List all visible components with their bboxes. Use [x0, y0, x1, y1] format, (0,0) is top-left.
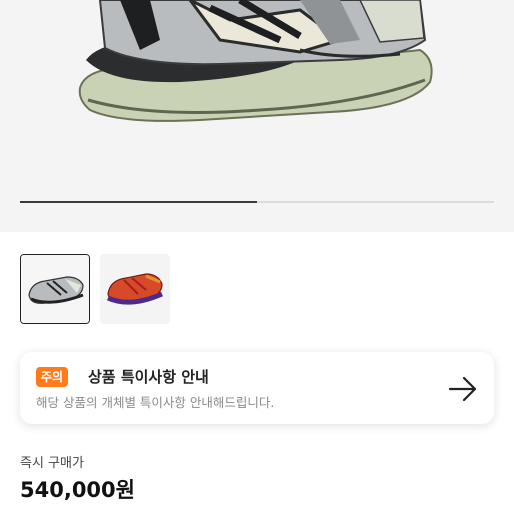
- sneaker-image: [78, 0, 433, 122]
- grey-sneaker-icon: [21, 255, 89, 323]
- price-label: 즉시 구매가: [20, 456, 84, 471]
- gallery-progress-fill: [20, 201, 257, 203]
- gallery-progress-bar: [20, 201, 494, 203]
- product-image[interactable]: [0, 0, 514, 232]
- red-sneaker-icon: [100, 254, 170, 324]
- notice-description: 해당 상품의 개체별 특이사항 안내해드립니다.: [36, 395, 275, 410]
- caution-badge: 주의: [36, 367, 69, 387]
- price-value: 540,000원: [20, 478, 135, 502]
- notice-title: 상품 특이사항 안내: [88, 368, 209, 386]
- arrow-right-icon[interactable]: [446, 372, 480, 406]
- thumbnail-red-sneaker[interactable]: [100, 254, 170, 324]
- thumbnail-grey-sneaker[interactable]: [20, 254, 90, 324]
- product-notice-card[interactable]: 주의 상품 특이사항 안내 해당 상품의 개체별 특이사항 안내해드립니다.: [20, 352, 494, 424]
- thumbnail-list: [20, 254, 170, 324]
